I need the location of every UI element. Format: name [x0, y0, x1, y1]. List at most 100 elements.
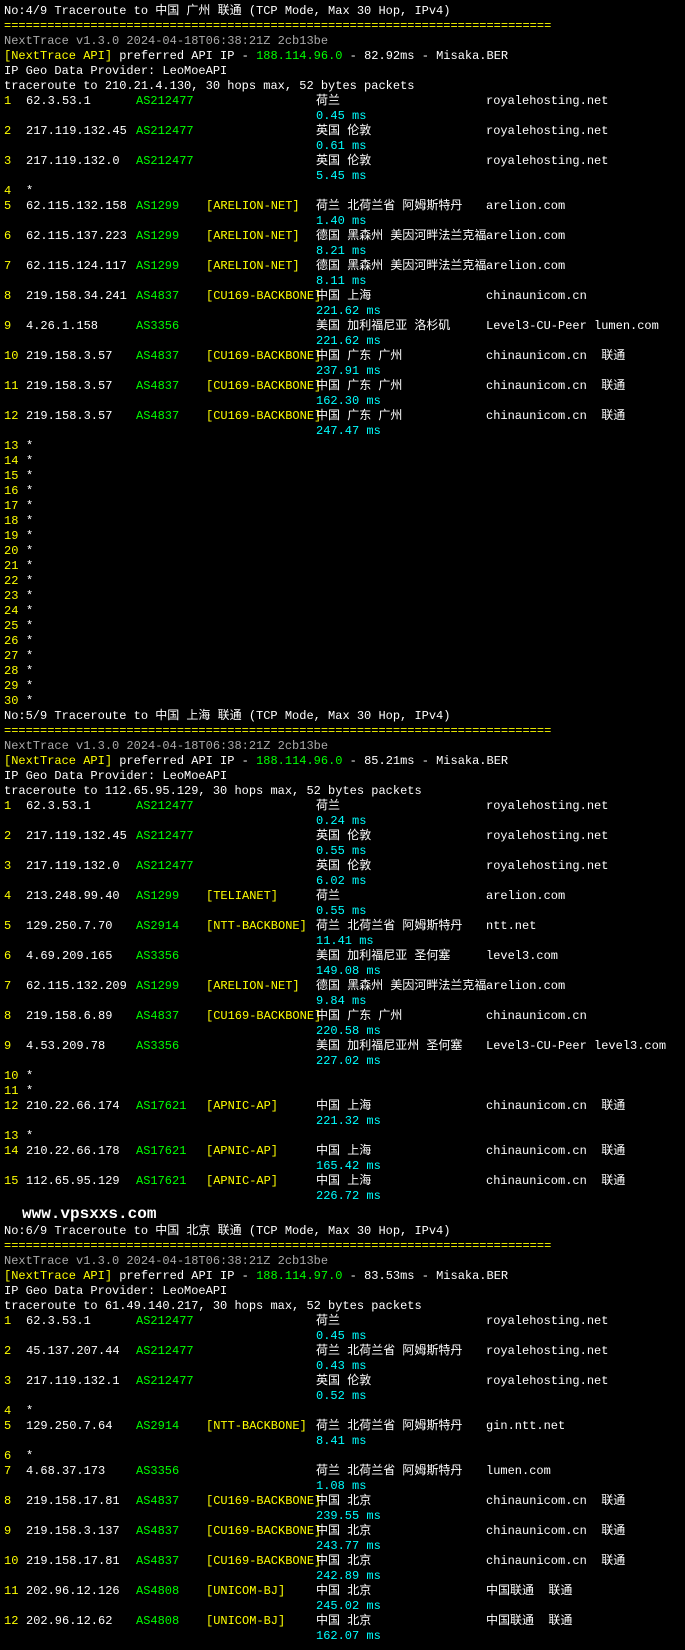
hop-geo: 美国 加利福尼亚 圣何塞: [316, 949, 486, 964]
hop-star: *: [26, 574, 33, 588]
hop-star: *: [26, 544, 33, 558]
hop-host: arelion.com: [486, 199, 565, 214]
hop-geo: 荷兰 北荷兰省 阿姆斯特丹: [316, 199, 486, 214]
traceroute-to: traceroute to 112.65.95.129, 30 hops max…: [4, 784, 681, 799]
hop-ip: 62.115.124.117: [26, 259, 136, 274]
hop-star: *: [26, 1084, 33, 1098]
hop-star: *: [26, 664, 33, 678]
hop-host: chinaunicom.cn 联通: [486, 349, 625, 364]
hop-ip: 129.250.7.70: [26, 919, 136, 934]
hop-ip: 217.119.132.0: [26, 154, 136, 169]
hop-host: 中国联通 联通: [486, 1614, 572, 1629]
hop-star: *: [26, 694, 33, 708]
hop-number: 10: [4, 1069, 26, 1084]
hop-number: 6: [4, 1449, 26, 1464]
hop-number: 6: [4, 229, 26, 244]
hop-asn: AS17621: [136, 1099, 206, 1114]
hop-latency: 221.62 ms: [4, 334, 681, 349]
hop-number: 2: [4, 1344, 26, 1359]
hop-latency: 0.61 ms: [4, 139, 681, 154]
hop-geo: 中国 上海: [316, 1144, 486, 1159]
hop-host: chinaunicom.cn 联通: [486, 1099, 625, 1114]
hop-latency: 221.32 ms: [4, 1114, 681, 1129]
hop-latency: 0.52 ms: [4, 1389, 681, 1404]
traceroute-to: traceroute to 61.49.140.217, 30 hops max…: [4, 1299, 681, 1314]
hop-row: 20*: [4, 544, 681, 559]
hop-network: [CU169-BACKBONE]: [206, 1494, 316, 1509]
hop-asn: AS4837: [136, 349, 206, 364]
hop-geo: 英国 伦敦: [316, 829, 486, 844]
nexttrace-version: NextTrace v1.3.0 2024-04-18T06:38:21Z 2c…: [4, 1254, 681, 1269]
hop-number: 27: [4, 649, 26, 664]
api-prefix: [NextTrace API]: [4, 49, 112, 63]
api-text: preferred API IP -: [112, 49, 256, 63]
hop-ip: 62.115.132.209: [26, 979, 136, 994]
hop-number: 28: [4, 664, 26, 679]
hop-latency: 5.45 ms: [4, 169, 681, 184]
hop-row: 162.3.53.1AS212477荷兰royalehosting.net: [4, 799, 681, 814]
hop-latency: 243.77 ms: [4, 1539, 681, 1554]
hop-row: 28*: [4, 664, 681, 679]
hop-latency: 245.02 ms: [4, 1599, 681, 1614]
hop-star: *: [26, 514, 33, 528]
hop-latency: 220.58 ms: [4, 1024, 681, 1039]
hop-number: 20: [4, 544, 26, 559]
api-rest: - 85.21ms - Misaka.BER: [342, 754, 508, 768]
hop-ip: 217.119.132.45: [26, 829, 136, 844]
hop-host: 中国联通 联通: [486, 1584, 572, 1599]
hop-asn: AS2914: [136, 1419, 206, 1434]
api-text: preferred API IP -: [112, 1269, 256, 1283]
hop-asn: AS1299: [136, 889, 206, 904]
hop-latency: 0.43 ms: [4, 1359, 681, 1374]
hop-number: 8: [4, 289, 26, 304]
hop-star: *: [26, 1404, 33, 1418]
hop-number: 12: [4, 409, 26, 424]
hop-star: *: [26, 559, 33, 573]
geo-provider: IP Geo Data Provider: LeoMoeAPI: [4, 1284, 681, 1299]
hop-row: 12219.158.3.57AS4837[CU169-BACKBONE]中国 广…: [4, 409, 681, 424]
hop-star: *: [26, 439, 33, 453]
hop-row: 19*: [4, 529, 681, 544]
hop-host: chinaunicom.cn 联通: [486, 1524, 625, 1539]
hop-host: chinaunicom.cn 联通: [486, 379, 625, 394]
hop-host: royalehosting.net: [486, 154, 608, 169]
hop-network: [ARELION-NET]: [206, 979, 316, 994]
geo-provider: IP Geo Data Provider: LeoMoeAPI: [4, 769, 681, 784]
hop-star: *: [26, 634, 33, 648]
hop-number: 18: [4, 514, 26, 529]
hop-star: *: [26, 1069, 33, 1083]
hop-star: *: [26, 619, 33, 633]
hop-geo: 荷兰: [316, 799, 486, 814]
hop-geo: 中国 北京: [316, 1524, 486, 1539]
hop-number: 24: [4, 604, 26, 619]
hop-ip: 112.65.95.129: [26, 1174, 136, 1189]
hop-number: 3: [4, 154, 26, 169]
hop-latency: 8.41 ms: [4, 1434, 681, 1449]
hop-latency: 221.62 ms: [4, 304, 681, 319]
hop-number: 19: [4, 529, 26, 544]
hop-network: [NTT-BACKBONE]: [206, 1419, 316, 1434]
hop-asn: AS17621: [136, 1144, 206, 1159]
hop-geo: 中国 北京: [316, 1554, 486, 1569]
hop-number: 8: [4, 1494, 26, 1509]
api-ip: 188.114.97.0: [256, 1269, 342, 1283]
hop-asn: AS4837: [136, 1524, 206, 1539]
hop-latency: 9.84 ms: [4, 994, 681, 1009]
hop-number: 23: [4, 589, 26, 604]
hop-row: 64.69.209.165AS3356美国 加利福尼亚 圣何塞level3.co…: [4, 949, 681, 964]
hop-number: 12: [4, 1614, 26, 1629]
hop-host: arelion.com: [486, 229, 565, 244]
hop-number: 3: [4, 1374, 26, 1389]
hop-host: royalehosting.net: [486, 799, 608, 814]
hop-network: [CU169-BACKBONE]: [206, 379, 316, 394]
api-line: [NextTrace API] preferred API IP - 188.1…: [4, 1269, 681, 1284]
api-prefix: [NextTrace API]: [4, 1269, 112, 1283]
hop-host: chinaunicom.cn 联通: [486, 1554, 625, 1569]
hop-row: 12210.22.66.174AS17621[APNIC-AP]中国 上海chi…: [4, 1099, 681, 1114]
hop-row: 10219.158.3.57AS4837[CU169-BACKBONE]中国 广…: [4, 349, 681, 364]
hop-row: 23*: [4, 589, 681, 604]
hop-asn: AS3356: [136, 949, 206, 964]
hop-number: 4: [4, 184, 26, 199]
hop-row: 94.26.1.158AS3356美国 加利福尼亚 洛杉矶Level3-CU-P…: [4, 319, 681, 334]
nexttrace-version: NextTrace v1.3.0 2024-04-18T06:38:21Z 2c…: [4, 34, 681, 49]
